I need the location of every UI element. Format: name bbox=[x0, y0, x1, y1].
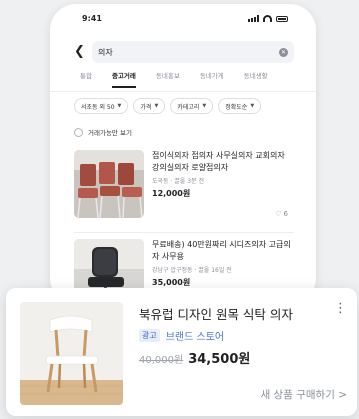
chevron-down-icon: ▼ bbox=[202, 103, 207, 109]
ad-title: 북유럽 디자인 원목 식탁 의자 bbox=[139, 307, 293, 322]
filter-sort-label: 정확도순 bbox=[225, 103, 248, 111]
ad-badge: 광고 bbox=[139, 329, 160, 342]
listing-thumbnail bbox=[74, 150, 144, 218]
filter-location[interactable]: 서초동 외 50 ▼ bbox=[74, 98, 129, 114]
tab-local-ads[interactable]: 동네홍보 bbox=[156, 70, 180, 88]
filter-location-label: 서초동 외 50 bbox=[81, 103, 115, 111]
search-input[interactable]: 의자 ✕ bbox=[92, 41, 294, 63]
listing-meta: 도곡동 · 끌올 3분 전 bbox=[152, 178, 204, 185]
chevron-down-icon: ▼ bbox=[250, 103, 255, 109]
search-row: ❮ 의자 ✕ bbox=[74, 41, 294, 63]
ad-sale-price: 34,500원 bbox=[188, 352, 251, 367]
tab-used-trade[interactable]: 중고거래 bbox=[111, 70, 136, 88]
ad-source-row: 광고 브랜드 스토어 bbox=[139, 328, 224, 343]
filter-category-label: 카테고리 bbox=[177, 103, 200, 111]
search-query: 의자 bbox=[98, 47, 113, 57]
listing-meta: 강남구 압구정동 · 끌올 16일 전 bbox=[152, 267, 232, 274]
ad-store-name: 브랜드 스토어 bbox=[165, 332, 225, 343]
status-icons bbox=[248, 15, 288, 22]
ad-original-price: 40,000원 bbox=[139, 355, 184, 366]
status-time: 9:41 bbox=[82, 14, 102, 23]
back-arrow-icon[interactable]: ❮ bbox=[74, 41, 86, 63]
tab-integrated[interactable]: 통합 bbox=[80, 70, 92, 88]
wifi-icon bbox=[263, 15, 272, 22]
chevron-down-icon: ▼ bbox=[117, 103, 122, 109]
chevron-down-icon: ▼ bbox=[154, 103, 159, 109]
battery-icon bbox=[276, 15, 288, 22]
tabs-divider bbox=[50, 91, 316, 92]
radio-circle-icon bbox=[74, 127, 83, 137]
phone-frame: 9:41 ❮ 의자 ✕ 통합 중고거래 동네홍보 동네가게 동네생활 서초동 외… bbox=[50, 4, 316, 304]
signal-icon bbox=[248, 15, 259, 22]
filter-bar: 서초동 외 50 ▼ 가격 ▼ 카테고리 ▼ 정확도순 ▼ bbox=[74, 98, 262, 114]
listing-price: 12,000원 bbox=[152, 189, 191, 198]
sponsored-ad-card[interactable]: 북유럽 디자인 원목 식탁 의자 ⋮ 광고 브랜드 스토어 40,000원 34… bbox=[6, 288, 357, 416]
clear-icon[interactable]: ✕ bbox=[279, 47, 288, 57]
filter-category[interactable]: 카테고리 ▼ bbox=[170, 98, 214, 114]
category-tabs: 통합 중고거래 동네홍보 동네가게 동네생활 bbox=[80, 70, 288, 88]
status-bar: 9:41 bbox=[50, 4, 316, 32]
more-options-icon[interactable]: ⋮ bbox=[334, 302, 347, 316]
likes-value: 6 bbox=[283, 210, 288, 218]
available-only-label: 거래가능만 보기 bbox=[88, 129, 132, 137]
ad-product-image bbox=[20, 302, 123, 405]
list-item[interactable]: 접이식의자 접의자 사무실의자 교회의자 강의실의자 로얄접의자 도곡동 · 끌… bbox=[74, 150, 294, 218]
available-only-toggle[interactable]: 거래가능만 보기 bbox=[74, 127, 132, 137]
filter-price-label: 가격 bbox=[140, 103, 152, 111]
listing-title: 접이식의자 접의자 사무실의자 교회의자 강의실의자 로얄접의자 bbox=[152, 151, 285, 172]
tab-local-shops[interactable]: 동네가게 bbox=[200, 70, 224, 88]
likes-count: ♡ 6 bbox=[275, 210, 288, 218]
listing-info: 접이식의자 접의자 사무실의자 교회의자 강의실의자 로얄접의자 도곡동 · 끌… bbox=[152, 150, 294, 218]
listing-price: 35,000원 bbox=[152, 278, 191, 287]
tab-local-life[interactable]: 동네생활 bbox=[244, 70, 268, 88]
filter-price[interactable]: 가격 ▼ bbox=[133, 98, 166, 114]
heart-icon: ♡ bbox=[275, 210, 282, 218]
listing-title: 무료배송) 40만원짜리 시디즈의자 고급의자 사무용 bbox=[152, 240, 291, 261]
ad-price-row: 40,000원 34,500원 bbox=[139, 348, 250, 367]
list-divider bbox=[74, 232, 294, 233]
filter-sort[interactable]: 정확도순 ▼ bbox=[218, 98, 262, 114]
buy-new-link[interactable]: 새 상품 구매하기 > bbox=[261, 387, 347, 402]
